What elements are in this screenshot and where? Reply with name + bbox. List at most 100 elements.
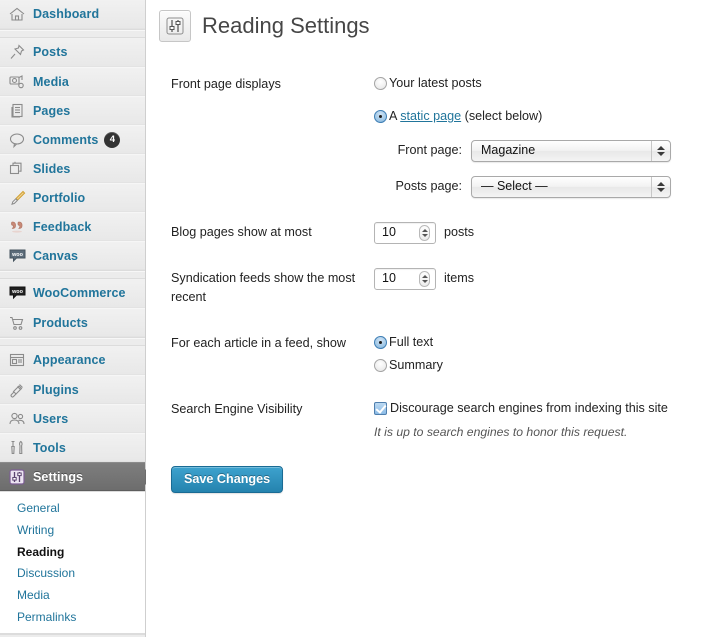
sidebar-item-settings[interactable]: Settings — [0, 462, 153, 491]
checkbox-row-discourage[interactable]: Discourage search engines from indexing … — [374, 399, 689, 418]
blog-pages-input[interactable]: 10 — [374, 221, 436, 244]
sidebar-separator — [0, 338, 145, 346]
users-icon — [7, 409, 27, 429]
search-visibility-hint: It is up to search engines to honor this… — [374, 425, 628, 440]
radio-static-page[interactable] — [374, 109, 387, 123]
syndication-stepper[interactable] — [419, 270, 430, 287]
sidebar-group: Posts Media Pages Comments 4 Slides Port… — [0, 38, 145, 271]
static-page-link[interactable]: static page — [400, 109, 461, 123]
submenu-item-discussion[interactable]: Discussion — [17, 563, 145, 585]
radio-latest-posts[interactable] — [374, 76, 387, 90]
sidebar-item-label: Pages — [33, 103, 71, 118]
label-syndication: Syndication feeds show the most recent — [171, 270, 356, 305]
sidebar-item-comments[interactable]: Comments 4 — [0, 125, 145, 154]
sidebar-item-plugins[interactable]: Plugins — [0, 375, 145, 404]
label-blog-pages: Blog pages show at most — [171, 224, 312, 239]
feedback-icon — [7, 217, 27, 237]
radio-summary[interactable] — [374, 358, 387, 372]
sidebar-item-posts[interactable]: Posts — [0, 38, 145, 67]
row-syndication: Syndication feeds show the most recent 1… — [159, 256, 699, 321]
plugins-icon — [7, 380, 27, 400]
syndication-value: 10 — [382, 271, 396, 286]
radio-option-full-text[interactable]: Full text — [374, 333, 689, 352]
submenu-item-reading[interactable]: Reading — [17, 542, 145, 564]
sidebar-item-label: Posts — [33, 45, 68, 59]
sidebar-item-label: Dashboard — [33, 7, 100, 21]
brush-icon — [7, 188, 27, 208]
posts-page-select-row: Posts page: — Select — — [374, 175, 689, 198]
sidebar-item-label: Portfolio — [33, 190, 86, 205]
sidebar-group: Appearance Plugins Users Tools Settings — [0, 346, 153, 492]
settings-submenu: General Writing Reading Discussion Media Perm… — [0, 492, 145, 634]
reading-settings-form: Front page displays Your latest posts A … — [159, 62, 699, 454]
sidebar-item-dashboard[interactable]: Dashboard — [0, 0, 145, 29]
submenu-item-writing[interactable]: Writing — [17, 520, 145, 542]
field-syndication: 10 items — [374, 256, 699, 321]
field-front-page-displays: Your latest posts A static page (select … — [374, 62, 699, 210]
comment-icon — [7, 130, 27, 150]
posts-page-select-label: Posts page: — [395, 179, 462, 194]
sidebar-group — [0, 633, 145, 635]
label-front-page-displays: Front page displays — [171, 77, 281, 91]
sidebar-item-label: Settings — [33, 469, 84, 484]
sidebar-item-portfolio[interactable]: Portfolio — [0, 183, 145, 212]
sidebar-item-media[interactable]: Media — [0, 67, 145, 96]
radio-full-text-label[interactable]: Full text — [389, 333, 433, 352]
page-header: Reading Settings — [159, 10, 716, 42]
admin-sidebar: Dashboard Posts Media Pages Comments 4 S… — [0, 0, 153, 637]
appearance-icon — [7, 350, 27, 370]
label-feed-article: For each article in a feed, show — [171, 335, 347, 350]
syndication-input[interactable]: 10 — [374, 267, 436, 290]
page-title: Reading Settings — [202, 13, 370, 38]
sidebar-item-label: WooCommerce — [33, 286, 126, 300]
sidebar-item-label: Tools — [33, 440, 66, 455]
posts-page-select-value: — Select — — [481, 179, 548, 194]
label-search-visibility: Search Engine Visibility — [171, 401, 303, 416]
woo-canvas-icon: woo — [7, 246, 27, 266]
settings-sliders-icon — [159, 10, 191, 42]
sidebar-item-label: Appearance — [33, 353, 106, 367]
sidebar-item-appearance[interactable]: Appearance — [0, 346, 145, 375]
comments-count-badge: 4 — [104, 131, 121, 148]
radio-option-summary[interactable]: Summary — [374, 356, 689, 375]
radio-static-page-prefix: A — [389, 108, 401, 123]
sidebar-item-label: Products — [33, 315, 88, 330]
front-page-select-value: Magazine — [481, 143, 536, 158]
sidebar-item-feedback[interactable]: Feedback — [0, 212, 145, 241]
sidebar-item-tools[interactable]: Tools — [0, 433, 145, 462]
radio-static-page-suffix: (select below) — [461, 108, 543, 123]
sidebar-item-woocommerce[interactable]: woo WooCommerce — [0, 279, 145, 308]
discourage-checkbox[interactable] — [374, 401, 387, 415]
sidebar-item-slides[interactable]: Slides — [0, 154, 145, 183]
blog-pages-value: 10 — [382, 225, 396, 240]
discourage-checkbox-label[interactable]: Discourage search engines from indexing … — [390, 399, 668, 418]
save-changes-button[interactable]: Save Changes — [171, 465, 284, 493]
field-feed-article: Full text Summary — [374, 321, 699, 387]
radio-summary-label[interactable]: Summary — [389, 356, 443, 375]
main-content: Reading Settings Front page displays You… — [146, 0, 716, 637]
radio-option-latest-posts[interactable]: Your latest posts — [374, 74, 689, 93]
radio-option-static-page[interactable]: A static page (select below) — [374, 107, 689, 126]
woocommerce-icon: woo — [7, 283, 27, 303]
front-page-select[interactable]: Magazine — [471, 139, 671, 162]
submenu-item-permalinks[interactable]: Permalinks — [17, 607, 145, 629]
sidebar-item-label: Users — [33, 411, 69, 426]
radio-latest-posts-label[interactable]: Your latest posts — [389, 74, 482, 93]
blog-pages-stepper[interactable] — [419, 224, 430, 241]
camera-icon — [7, 72, 27, 92]
row-blog-pages: Blog pages show at most 10 posts — [159, 210, 699, 256]
sidebar-group: Dashboard — [0, 0, 145, 30]
svg-text:woo: woo — [11, 289, 23, 295]
sidebar-group: woo WooCommerce Products — [0, 279, 145, 338]
select-arrows-icon[interactable] — [651, 140, 670, 161]
sidebar-item-pages[interactable]: Pages — [0, 96, 145, 125]
submenu-item-media[interactable]: Media — [17, 585, 145, 607]
submenu-item-general[interactable]: General — [17, 498, 145, 520]
select-arrows-icon[interactable] — [651, 176, 670, 197]
sidebar-item-users[interactable]: Users — [0, 404, 145, 433]
posts-page-select[interactable]: — Select — — [471, 175, 671, 198]
sidebar-item-products[interactable]: Products — [0, 308, 145, 337]
sidebar-item-canvas[interactable]: woo Canvas — [0, 241, 145, 270]
radio-full-text[interactable] — [374, 335, 387, 349]
submit-area: Save Changes — [171, 465, 716, 493]
